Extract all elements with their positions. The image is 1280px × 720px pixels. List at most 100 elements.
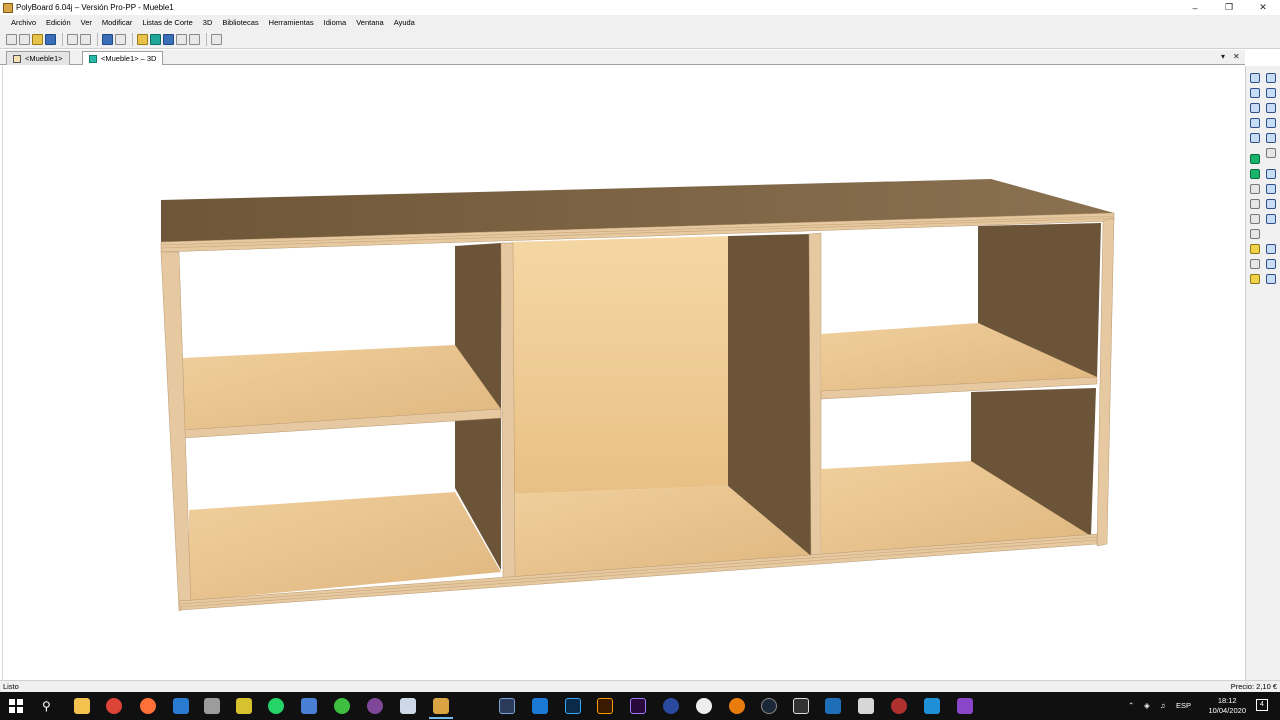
cube-blue-3-icon[interactable]: [1266, 199, 1276, 209]
material-icon[interactable]: [1250, 274, 1260, 284]
chrome-icon[interactable]: [106, 698, 122, 714]
wireframe-icon[interactable]: [1250, 184, 1260, 194]
view-side-icon[interactable]: [1266, 118, 1276, 128]
illustrator-icon[interactable]: [597, 698, 613, 714]
3d-view-icon[interactable]: [150, 33, 161, 45]
cube-blue-2-icon[interactable]: [1266, 184, 1276, 194]
light-bulb-icon[interactable]: [1250, 244, 1260, 254]
render-icon[interactable]: [176, 33, 187, 45]
open-folder-icon[interactable]: [32, 33, 43, 45]
minimize-button[interactable]: –: [1178, 0, 1212, 15]
info-icon[interactable]: [211, 33, 222, 45]
export-icon[interactable]: [137, 33, 148, 45]
print-icon[interactable]: [67, 33, 78, 45]
language-indicator[interactable]: ESP: [1176, 701, 1191, 710]
furniture-3d-model[interactable]: [3, 66, 1245, 680]
refresh-icon[interactable]: [189, 33, 200, 45]
cube-blue-7-icon[interactable]: [1266, 274, 1276, 284]
cycle-icon[interactable]: [891, 698, 907, 714]
blender-icon[interactable]: [729, 698, 745, 714]
system-tray: ⌃ ◈ ♫ ESP 18:12 10/04/2020 4: [1120, 692, 1280, 720]
redo-icon[interactable]: [115, 33, 126, 45]
view-cube-icon[interactable]: [1266, 73, 1276, 83]
tab-close-icon[interactable]: ✕: [1233, 52, 1240, 61]
view-top-icon[interactable]: [1266, 103, 1276, 113]
sketchup-icon[interactable]: [532, 698, 548, 714]
menu-bibliotecas[interactable]: Bibliotecas: [217, 18, 263, 27]
menu-listas-de-corte[interactable]: Listas de Corte: [137, 18, 197, 27]
menu-ver[interactable]: Ver: [76, 18, 97, 27]
undo-icon[interactable]: [102, 33, 113, 45]
restore-button[interactable]: ❐: [1212, 0, 1246, 15]
menu-archivo[interactable]: Archivo: [6, 18, 41, 27]
firefox-icon[interactable]: [140, 698, 156, 714]
close-button[interactable]: ✕: [1246, 0, 1280, 15]
view-back-icon[interactable]: [1266, 133, 1276, 143]
3d-viewport[interactable]: [2, 66, 1244, 680]
unreal-icon[interactable]: [696, 698, 712, 714]
menu-ayuda[interactable]: Ayuda: [389, 18, 420, 27]
lightroom-icon[interactable]: [499, 698, 515, 714]
print-preview-icon[interactable]: [80, 33, 91, 45]
menu-herramientas[interactable]: Herramientas: [264, 18, 319, 27]
file-explorer-icon[interactable]: [74, 698, 90, 714]
puzzle-icon[interactable]: [236, 698, 252, 714]
start-icon[interactable]: [9, 699, 23, 713]
cube-blue-icon[interactable]: [1266, 169, 1276, 179]
menu-ventana[interactable]: Ventana: [351, 18, 389, 27]
view-front-icon[interactable]: [1266, 88, 1276, 98]
rotate-right-icon[interactable]: [1250, 103, 1260, 113]
mail-icon[interactable]: [204, 698, 220, 714]
cube-blue-4-icon[interactable]: [1266, 214, 1276, 224]
airplane-icon[interactable]: [858, 698, 874, 714]
rotate-left-icon[interactable]: [1250, 88, 1260, 98]
rotate-view-icon[interactable]: [1250, 73, 1260, 83]
clock[interactable]: 18:12 10/04/2020: [1208, 696, 1246, 716]
hidden-lines-icon[interactable]: [1250, 199, 1260, 209]
tor-icon[interactable]: [367, 698, 383, 714]
new-file-icon[interactable]: [19, 33, 30, 45]
menu-modificar[interactable]: Modificar: [97, 18, 137, 27]
tab-list-dropdown-icon[interactable]: ▾: [1221, 52, 1225, 61]
polyboard-icon[interactable]: [433, 698, 449, 714]
clock-date: 10/04/2020: [1208, 706, 1246, 715]
cube-blue-5-icon[interactable]: [1266, 244, 1276, 254]
whatsapp-icon[interactable]: [268, 698, 284, 714]
search-icon[interactable]: ⚲: [42, 699, 51, 713]
menu-edicion[interactable]: Edición: [41, 18, 76, 27]
divider-right-edge: [808, 232, 822, 560]
wifi-icon[interactable]: ◈: [1144, 701, 1150, 710]
cinema4d-icon[interactable]: [663, 698, 679, 714]
utorrent-icon[interactable]: [334, 698, 350, 714]
menu-idioma[interactable]: Idioma: [319, 18, 352, 27]
tab-mueble1-3d[interactable]: <Mueble1> – 3D: [82, 51, 164, 65]
outline-icon[interactable]: [1250, 214, 1260, 224]
camera-icon[interactable]: [1250, 133, 1260, 143]
notification-icon[interactable]: 4: [1256, 699, 1268, 711]
edge-icon[interactable]: [173, 698, 189, 714]
right-view-toolbar: [1245, 66, 1280, 680]
blueshift-icon[interactable]: [924, 698, 940, 714]
menu-3d[interactable]: 3D: [198, 18, 218, 27]
app-icon[interactable]: [400, 698, 416, 714]
volume-icon[interactable]: ♫: [1160, 701, 1166, 710]
library-icon[interactable]: [6, 33, 17, 45]
photoshop-icon[interactable]: [565, 698, 581, 714]
sketchbook-icon[interactable]: [793, 698, 809, 714]
visualstudio-icon[interactable]: [957, 698, 973, 714]
view-iso-icon[interactable]: [1266, 148, 1276, 158]
page-icon[interactable]: [1250, 259, 1260, 269]
chevron-up-icon[interactable]: ⌃: [1128, 701, 1134, 710]
editor-icon[interactable]: [301, 698, 317, 714]
box-outline-icon[interactable]: [1250, 229, 1260, 239]
deadline-icon[interactable]: [825, 698, 841, 714]
premiere-icon[interactable]: [630, 698, 646, 714]
cube-blue-6-icon[interactable]: [1266, 259, 1276, 269]
tab-mueble1[interactable]: <Mueble1>: [6, 51, 70, 65]
save-icon[interactable]: [45, 33, 56, 45]
multi-view-icon[interactable]: [163, 33, 174, 45]
solid-render-icon[interactable]: [1250, 154, 1260, 164]
textured-render-icon[interactable]: [1250, 169, 1260, 179]
rotate-up-icon[interactable]: [1250, 118, 1260, 128]
steam-icon[interactable]: [761, 698, 777, 714]
